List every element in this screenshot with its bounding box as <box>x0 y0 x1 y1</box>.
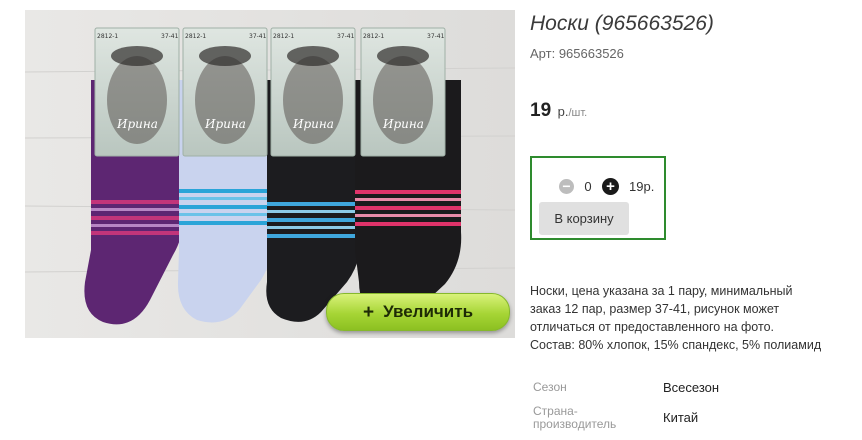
sock-tag: 2812-1 37-41 Ирина <box>270 27 356 157</box>
tag-brand: Ирина <box>116 117 158 131</box>
property-label-season: Сезон <box>533 380 567 394</box>
product-description: Носки, цена указана за 1 пару, минимальн… <box>530 282 862 354</box>
product-sku: Арт: 965663526 <box>530 46 624 61</box>
tag-brand: Ирина <box>204 117 246 131</box>
sku-value: 965663526 <box>558 46 624 61</box>
price-unit: /шт. <box>568 107 588 119</box>
tag-code: 2812-1 <box>185 33 206 40</box>
tag-size: 37-41 <box>249 33 267 40</box>
product-price: 19 р./шт. <box>530 100 587 122</box>
tag-code: 2812-1 <box>363 33 384 40</box>
price-currency: р. <box>557 104 569 119</box>
tag-brand: Ирина <box>382 117 424 131</box>
property-label-country: производитель <box>533 417 617 431</box>
property-value-season: Всесезон <box>663 380 720 395</box>
cart-sum: 19р. <box>629 178 655 194</box>
tag-brand: Ирина <box>292 117 334 131</box>
sock-tag: 2812-1 37-41 Ирина <box>182 27 268 157</box>
socks-illustration: 2812-1 37-41 Ирина 2812-1 37-41 Ирина 28… <box>25 10 515 338</box>
property-value-country: Китай <box>663 410 699 425</box>
add-to-cart-box: − 0 + 19р. В корзину <box>530 156 666 240</box>
plus-icon: + <box>362 301 375 323</box>
description-line: Носки, цена указана за 1 пару, минимальн… <box>530 284 793 298</box>
quantity-stepper: − 0 + 19р. <box>559 177 654 195</box>
description-line: отличаться от предоставленного на фото. <box>530 320 774 334</box>
zoom-label: Увеличить <box>383 302 474 321</box>
product-title: Носки (965663526) <box>530 12 714 35</box>
plus-circle-icon[interactable]: + <box>602 177 619 195</box>
product-photo[interactable]: 2812-1 37-41 Ирина 2812-1 37-41 Ирина 28… <box>25 10 515 338</box>
description-line: заказ 12 пар, размер 37-41, рисунок може… <box>530 302 780 316</box>
tag-size: 37-41 <box>161 33 179 40</box>
minus-icon[interactable]: − <box>559 178 574 194</box>
price-value: 19 <box>530 100 552 121</box>
quantity-value[interactable]: 0 <box>574 179 602 194</box>
tag-size: 37-41 <box>427 33 445 40</box>
sock-tag: 2812-1 37-41 Ирина <box>94 27 180 157</box>
description-line: Состав: 80% хлопок, 15% спандекс, 5% пол… <box>530 338 822 352</box>
tag-code: 2812-1 <box>273 33 294 40</box>
tag-code: 2812-1 <box>97 33 118 40</box>
tag-size: 37-41 <box>337 33 355 40</box>
sku-label: Арт: <box>530 46 556 61</box>
zoom-button[interactable]: + Увеличить <box>326 293 510 331</box>
sock-tag: 2812-1 37-41 Ирина <box>360 27 446 157</box>
add-to-cart-button[interactable]: В корзину <box>539 202 629 235</box>
